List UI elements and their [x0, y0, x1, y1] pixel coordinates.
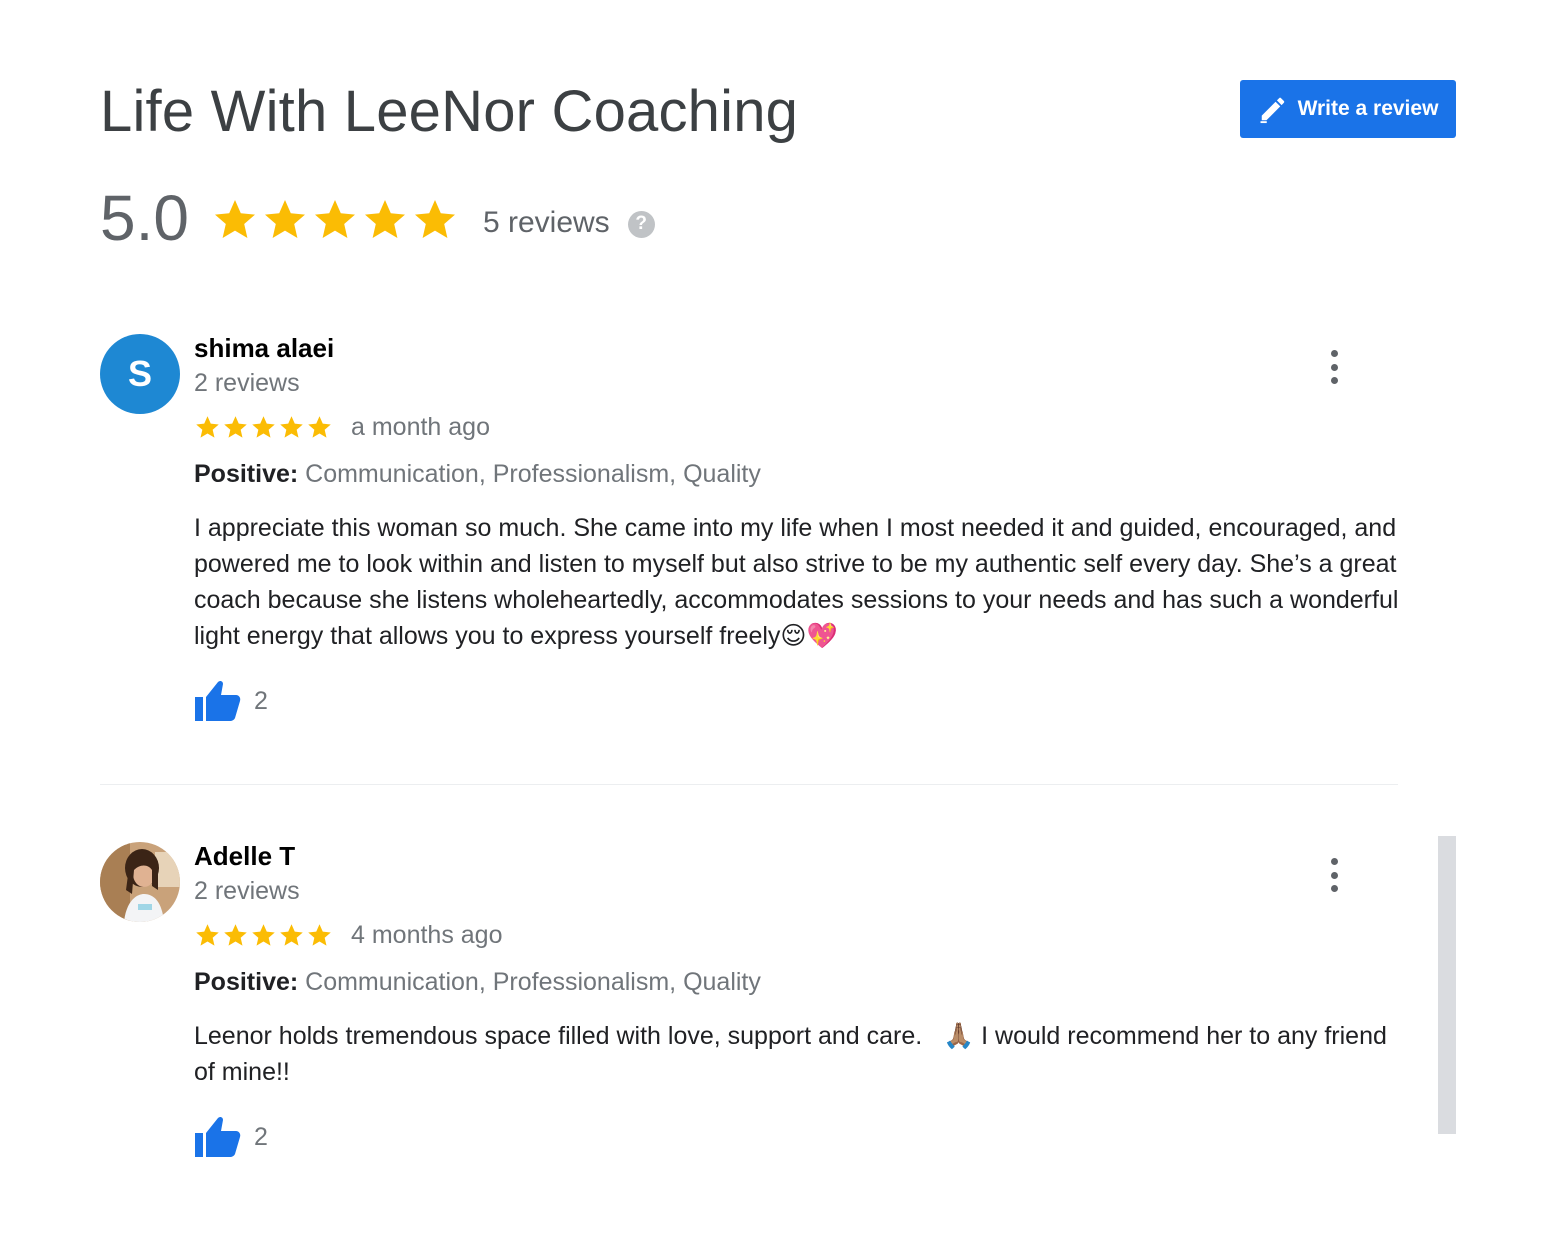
pencil-icon [1260, 97, 1284, 124]
more-vert-icon [1330, 858, 1338, 865]
avatar[interactable] [100, 842, 180, 922]
more-options-button[interactable] [1324, 858, 1344, 892]
review-stars [194, 414, 333, 441]
reviewer-name[interactable]: shima alaei [194, 332, 1404, 364]
more-vert-icon [1330, 350, 1338, 357]
write-review-button[interactable]: Write a review [1240, 80, 1456, 138]
star-icon [308, 415, 331, 438]
rating-summary: 5.0 5 reviews ? [100, 178, 655, 258]
review-text: I appreciate this woman so much. She cam… [194, 514, 1399, 650]
review-body: Adelle T 2 reviews 4 months ago Positive… [194, 840, 1404, 1160]
star-icon [252, 923, 275, 946]
scrollbar[interactable] [1438, 836, 1456, 1134]
like-button[interactable]: 2 [194, 678, 1404, 724]
reviews-page: Life With LeeNor Coaching Write a review… [0, 0, 1556, 1256]
star-icon [196, 415, 219, 438]
avatar[interactable]: S [100, 334, 180, 414]
attributes-label: Positive: [194, 460, 299, 488]
star-icon [264, 200, 305, 238]
star-icon [280, 923, 303, 946]
reviewer-review-count: 2 reviews [194, 369, 300, 397]
like-button[interactable]: 2 [194, 1114, 1404, 1160]
review-date: a month ago [351, 412, 490, 441]
review-attributes: Positive: Communication, Professionalism… [194, 458, 1404, 490]
star-icon [224, 923, 247, 946]
review-text: Leenor holds tremendous space filled wit… [194, 1022, 1394, 1086]
review-rating-line: 4 months ago [194, 920, 1404, 950]
profile-photo [100, 842, 180, 922]
star-icon [414, 200, 455, 238]
star-icon [364, 200, 405, 238]
review-attributes: Positive: Communication, Professionalism… [194, 966, 1404, 998]
like-count: 2 [254, 1122, 268, 1151]
star-icon [224, 415, 247, 438]
star-icon [314, 200, 355, 238]
star-icon [280, 415, 303, 438]
thumbs-up-icon [195, 680, 241, 721]
like-count: 2 [254, 686, 268, 715]
help-icon[interactable]: ? [627, 210, 655, 238]
reviewer-review-count: 2 reviews [194, 877, 300, 905]
review-body: shima alaei 2 reviews a month ago Positi… [194, 332, 1404, 724]
star-icon [252, 415, 275, 438]
review-stars [194, 922, 333, 949]
business-title: Life With LeeNor Coaching [100, 79, 799, 144]
more-options-button[interactable] [1324, 350, 1344, 384]
attributes-value: Communication, Professionalism, Quality [298, 968, 761, 996]
write-review-label: Write a review [1297, 97, 1439, 120]
review-divider [100, 784, 1398, 785]
star-icon [214, 200, 255, 238]
thumbs-up-icon [195, 1116, 241, 1157]
attributes-label: Positive: [194, 968, 299, 996]
total-reviews-link[interactable]: 5 reviews [483, 206, 610, 240]
star-icon [308, 923, 331, 946]
review-rating-line: a month ago [194, 412, 1404, 442]
star-icon [196, 923, 219, 946]
review-date: 4 months ago [351, 920, 503, 949]
rating-stars [211, 196, 459, 244]
average-rating: 5.0 [100, 182, 189, 254]
attributes-value: Communication, Professionalism, Quality [298, 460, 761, 488]
reviewer-name[interactable]: Adelle T [194, 840, 1404, 872]
